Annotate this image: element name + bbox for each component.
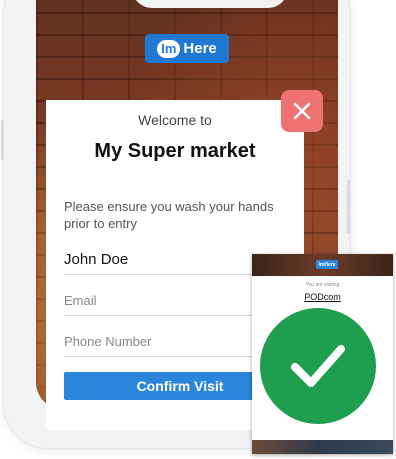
- visit-confirmation-card: ImHere You are visiting PODcom: [252, 254, 393, 454]
- close-icon: [293, 102, 311, 120]
- welcome-text: Welcome to: [138, 112, 212, 128]
- checkmark-icon: [291, 345, 345, 387]
- logo-badge: Im: [157, 39, 181, 58]
- close-button[interactable]: [281, 90, 323, 132]
- venue-title: My Super market: [94, 140, 256, 162]
- venue-link[interactable]: PODcom: [252, 292, 393, 302]
- visiting-label: You are visiting: [305, 282, 340, 288]
- email-field-placeholder: Email: [64, 293, 97, 308]
- confirmation-footer: [252, 440, 393, 454]
- phone-field-placeholder: Phone Number: [64, 334, 152, 349]
- imhere-logo: Im Here: [145, 34, 229, 63]
- logo-text: Here: [183, 40, 217, 57]
- phone-notch: [132, 0, 288, 8]
- phone-side-button: [1, 120, 4, 160]
- confirmation-header: ImHere: [252, 254, 393, 276]
- hygiene-note: Please ensure you wash your hands prior …: [64, 199, 274, 231]
- success-badge: [260, 308, 376, 424]
- confirmation-logo: ImHere: [316, 260, 338, 269]
- phone-side-button: [347, 180, 350, 234]
- name-field-value: John Doe: [64, 251, 129, 268]
